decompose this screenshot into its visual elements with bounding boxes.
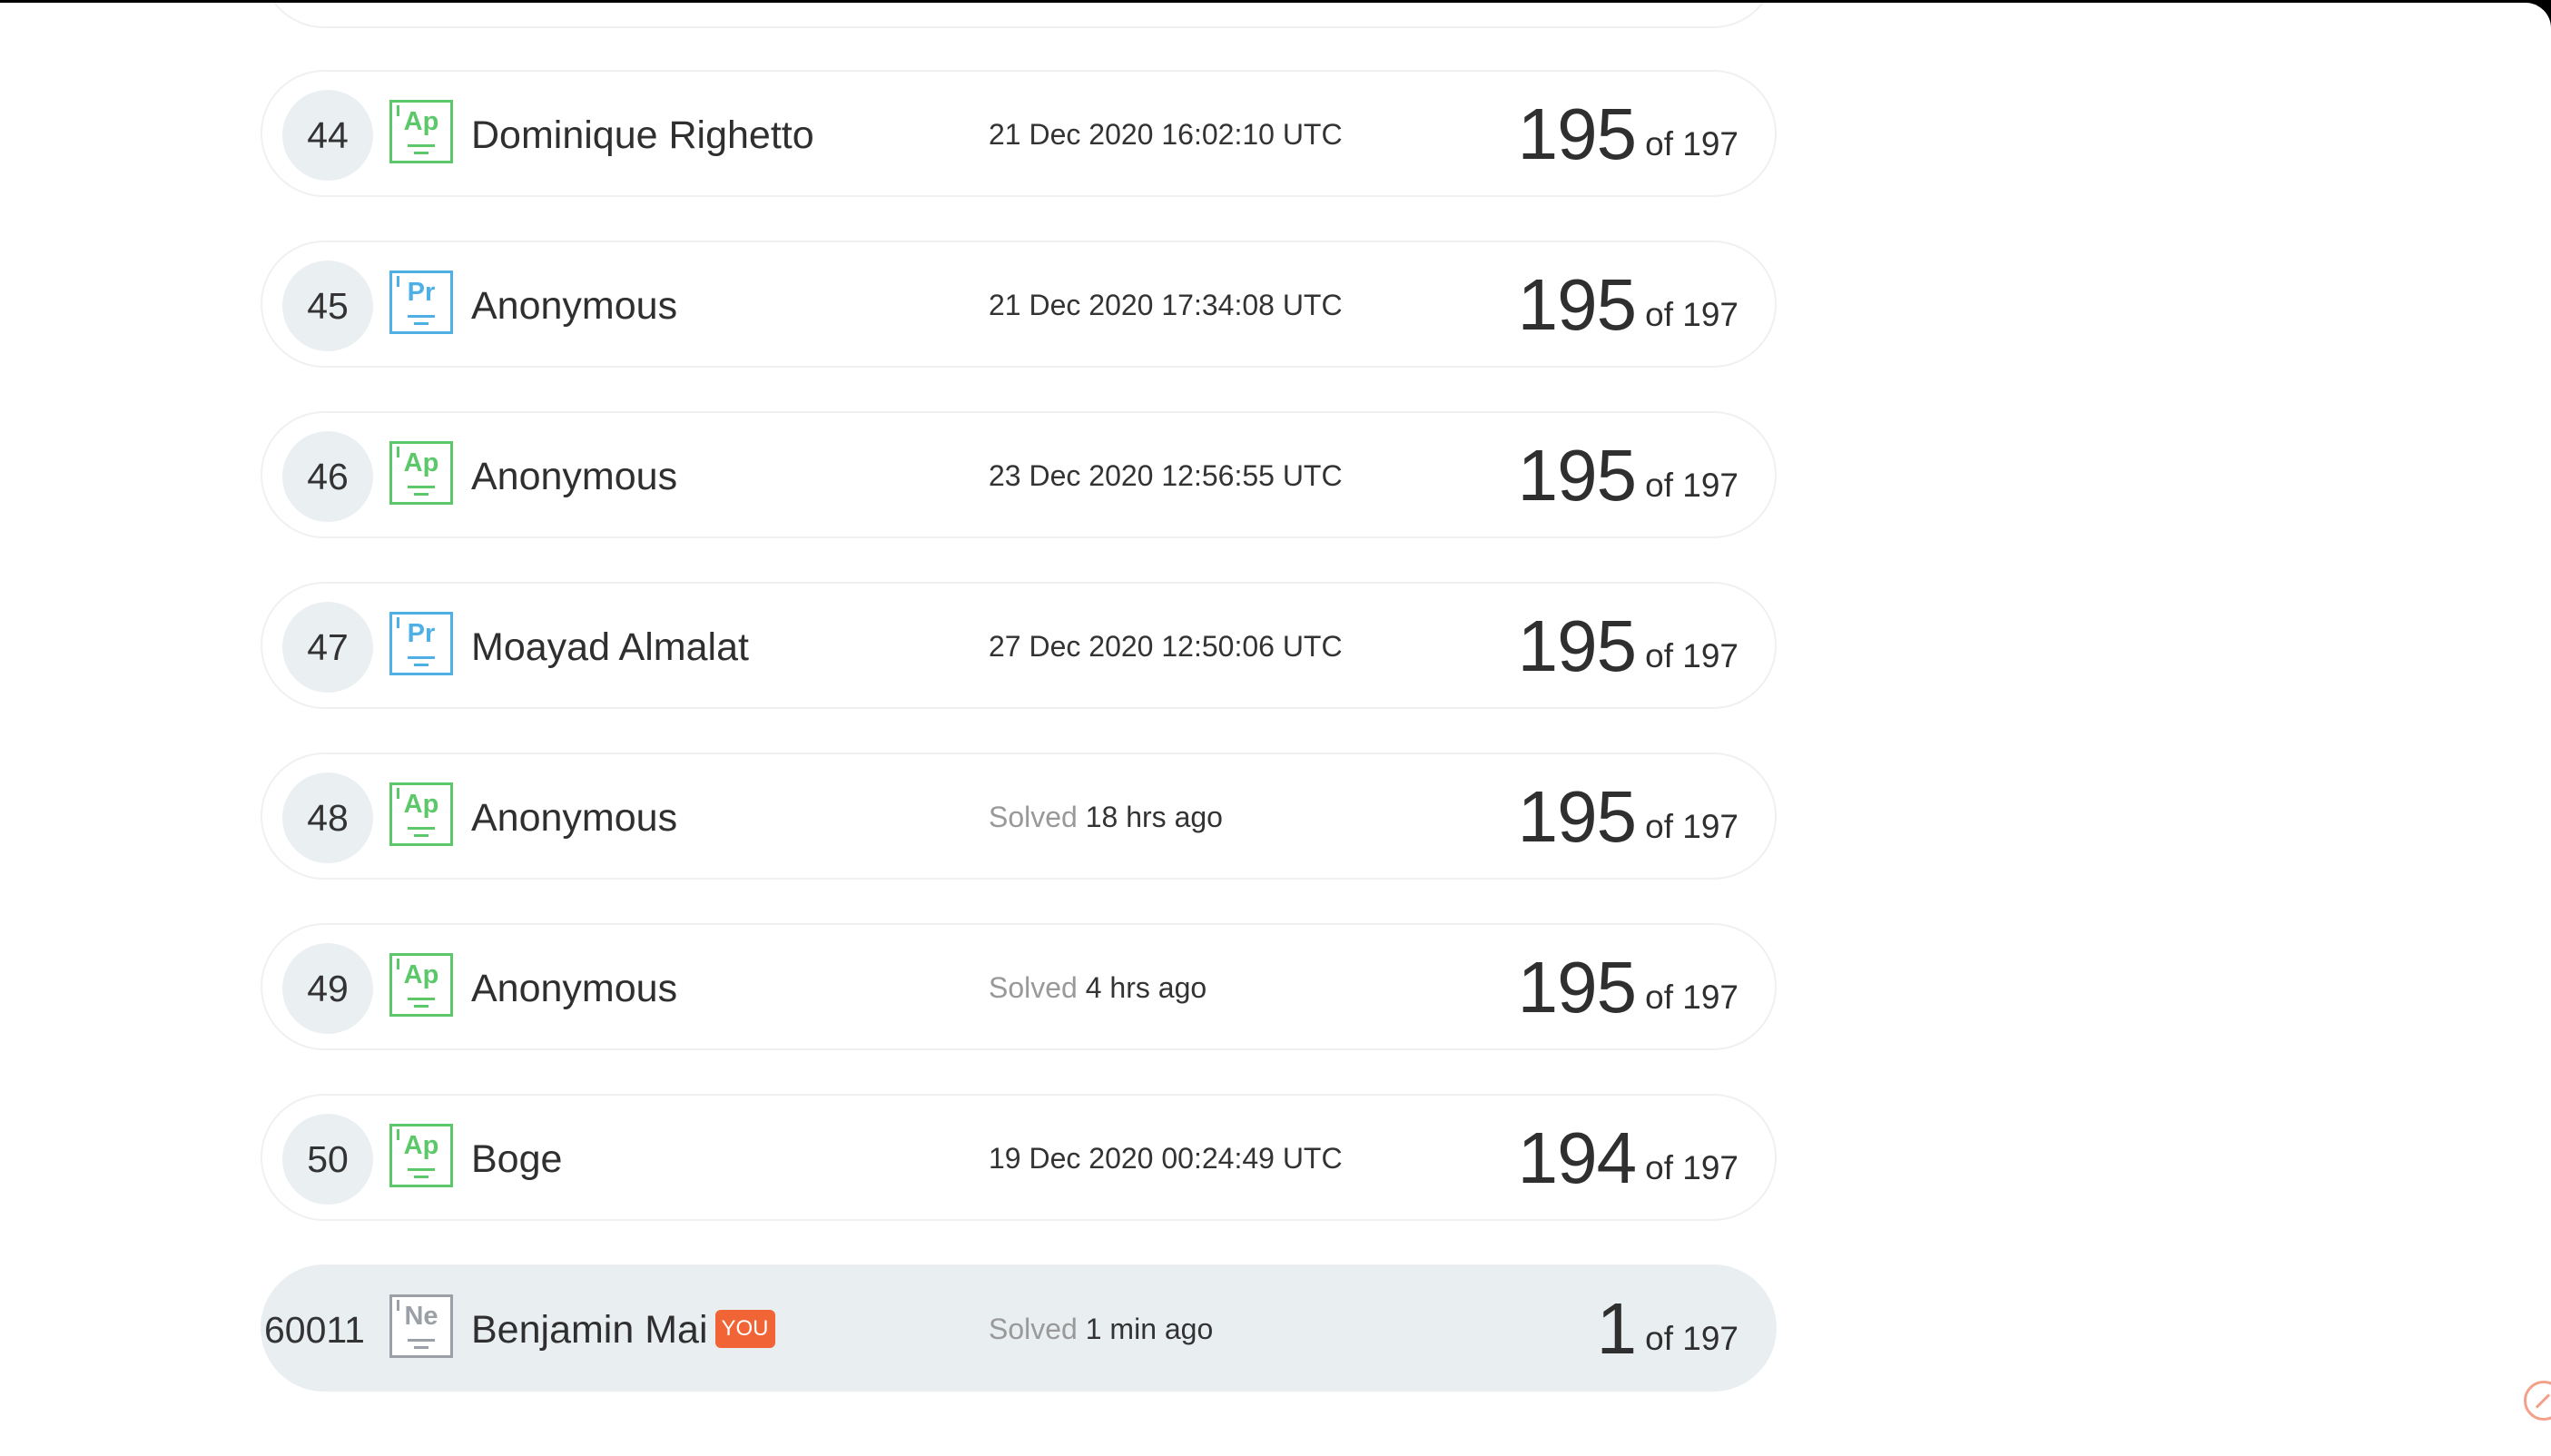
user-name[interactable]: Boge	[471, 1136, 562, 1183]
level-badge-icon: Ap	[389, 782, 453, 846]
total-count: of 197	[1645, 1320, 1738, 1357]
user-name[interactable]: Benjamin Mai YOU	[471, 1306, 775, 1353]
score: 195 of 197	[1518, 264, 1738, 346]
level-badge-icon: Pr	[389, 612, 453, 675]
score: 195 of 197	[1518, 605, 1738, 687]
level-badge-symbol: Pr	[407, 619, 436, 648]
solved-count: 195	[1517, 264, 1637, 345]
solve-time: Solved 1 min ago	[989, 1313, 1214, 1345]
solve-time: 19 Dec 2020 00:24:49 UTC	[989, 1142, 1343, 1175]
total-count: of 197	[1645, 467, 1738, 504]
rank-number: 48	[282, 772, 373, 863]
rank-number: 46	[282, 431, 373, 522]
leaderboard-row[interactable]: 49 Ap Anonymous Solved 4 hrs ago 195 of 1…	[261, 923, 1777, 1050]
user-name[interactable]: Anonymous	[471, 282, 677, 330]
rank-number: 47	[282, 602, 373, 693]
level-badge-icon: Ap	[389, 953, 453, 1017]
level-badge-symbol: Ne	[404, 1302, 438, 1331]
scroll-to-top-icon[interactable]	[2524, 1381, 2551, 1421]
total-count: of 197	[1645, 808, 1738, 845]
total-count: of 197	[1645, 1149, 1738, 1186]
rank-number: 60011	[264, 1309, 365, 1351]
leaderboard-row[interactable]: 50 Ap Boge 19 Dec 2020 00:24:49 UTC 194 o…	[261, 1094, 1777, 1221]
total-count: of 197	[1645, 979, 1738, 1016]
user-name[interactable]: Moayad Almalat	[471, 624, 749, 671]
solved-count: 195	[1517, 605, 1637, 686]
score: 194 of 197	[1518, 1117, 1738, 1199]
solved-count: 195	[1517, 435, 1637, 516]
solved-count: 194	[1517, 1117, 1637, 1198]
solve-time: 21 Dec 2020 17:34:08 UTC	[989, 289, 1343, 321]
score: 1 of 197	[1597, 1288, 1738, 1370]
solve-time: 21 Dec 2020 16:02:10 UTC	[989, 118, 1343, 151]
level-badge-icon: Ap	[389, 100, 453, 163]
solve-time: 27 Dec 2020 12:50:06 UTC	[989, 630, 1343, 663]
user-name[interactable]: Anonymous	[471, 965, 677, 1012]
total-count: of 197	[1645, 125, 1738, 162]
total-count: of 197	[1645, 296, 1738, 333]
level-badge-symbol: Pr	[407, 278, 436, 307]
rank-number: 45	[282, 261, 373, 351]
level-badge-icon: Ne	[389, 1294, 453, 1358]
current-user-row[interactable]: 60011 Ne Benjamin Mai YOU Solved 1 min ag…	[261, 1264, 1777, 1392]
score: 195 of 197	[1518, 435, 1738, 516]
user-name[interactable]: Anonymous	[471, 794, 677, 841]
level-badge-icon: Ap	[389, 1124, 453, 1187]
score: 195 of 197	[1518, 947, 1738, 1028]
leaderboard-row[interactable]: 45 Pr Anonymous 21 Dec 2020 17:34:08 UTC…	[261, 241, 1777, 368]
level-badge-symbol: Ap	[403, 960, 439, 989]
solved-count: 1	[1596, 1288, 1637, 1369]
score: 195 of 197	[1518, 93, 1738, 175]
rank-number: 49	[282, 943, 373, 1034]
total-count: of 197	[1645, 637, 1738, 674]
leaderboard-row[interactable]: 44 Ap Dominique Righetto 21 Dec 2020 16:…	[261, 70, 1777, 197]
solve-time: Solved 4 hrs ago	[989, 971, 1207, 1004]
score: 195 of 197	[1518, 776, 1738, 858]
rank-number: 50	[282, 1114, 373, 1205]
leaderboard-row[interactable]: 48 Ap Anonymous Solved 18 hrs ago 195 of …	[261, 753, 1777, 880]
user-name[interactable]: Anonymous	[471, 453, 677, 500]
user-name[interactable]: Dominique Righetto	[471, 112, 814, 159]
level-badge-symbol: Ap	[403, 1131, 439, 1160]
level-badge-symbol: Ap	[403, 790, 439, 819]
solved-count: 195	[1517, 947, 1637, 1028]
leaderboard-row[interactable]: 46 Ap Anonymous 23 Dec 2020 12:56:55 UTC…	[261, 411, 1777, 538]
solve-time: 23 Dec 2020 12:56:55 UTC	[989, 459, 1343, 492]
solve-time: Solved 18 hrs ago	[989, 801, 1223, 833]
user-name-text: Benjamin Mai	[471, 1308, 708, 1352]
level-badge-icon: Pr	[389, 271, 453, 334]
you-badge: YOU	[714, 1309, 775, 1348]
solved-count: 195	[1517, 93, 1637, 174]
leaderboard-row-partial[interactable]	[261, 3, 1777, 28]
level-badge-symbol: Ap	[403, 448, 439, 477]
rank-number: 44	[282, 90, 373, 181]
page-viewport: 44 Ap Dominique Righetto 21 Dec 2020 16:…	[0, 3, 2551, 1456]
level-badge-icon: Ap	[389, 441, 453, 505]
level-badge-symbol: Ap	[403, 107, 439, 136]
leaderboard-row[interactable]: 47 Pr Moayad Almalat 27 Dec 2020 12:50:0…	[261, 582, 1777, 709]
solved-count: 195	[1517, 776, 1637, 857]
